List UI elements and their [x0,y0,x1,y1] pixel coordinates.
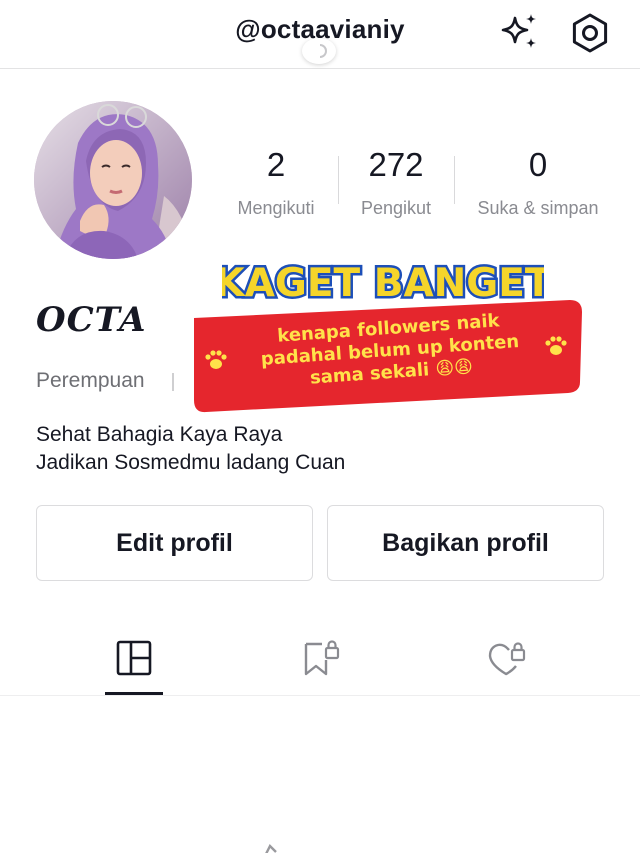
paw-icon [545,336,567,355]
pull-refresh-indicator [302,38,336,64]
loading-icon [258,832,288,853]
following-count: 2 [266,146,286,183]
tab-posts[interactable] [109,636,159,680]
bio-line: Sehat Bahagia Kaya Raya [36,423,283,446]
bio-line: Jadikan Sosmedmu ladang Cuan [36,451,346,474]
share-profile-button[interactable]: Bagikan profil [327,505,604,581]
top-bar: @octaavianiy [0,0,640,69]
sticker-title-art: KAGET BANGET [222,259,544,309]
sticker-title: KAGET BANGET [222,261,544,306]
bookmark-lock-icon [304,640,340,676]
grid-icon [116,640,152,676]
tab-liked[interactable] [482,636,532,680]
info-divider [172,373,174,391]
profile-screen: @octaavianiy 2 Mengikuti 272 Pengikut 0 … [0,0,640,853]
stat-divider [338,156,339,204]
stat-followers[interactable]: 272 Pengikut [350,146,442,219]
followers-count: 272 [368,146,424,183]
tab-saved[interactable] [296,636,346,680]
paw-icon [205,350,227,369]
following-label: Mengikuti [237,198,315,218]
likes-count: 0 [528,146,548,183]
gender-tag: Perempuan [36,369,145,392]
edit-profile-button[interactable]: Edit profil [36,505,313,581]
tabs-divider [0,695,640,696]
heart-lock-icon [488,642,526,676]
stat-likes[interactable]: 0 Suka & simpan [466,146,610,219]
likes-label: Suka & simpan [477,198,599,218]
sparkle-icon[interactable] [498,12,542,54]
stat-divider [454,156,455,204]
avatar[interactable] [34,101,192,259]
stat-following[interactable]: 2 Mengikuti [226,146,326,219]
display-name: OCTA [36,300,147,340]
followers-label: Pengikut [360,198,432,218]
settings-icon[interactable] [568,11,612,55]
bio: Sehat Bahagia Kaya Raya Jadikan Sosmedmu… [36,421,345,477]
